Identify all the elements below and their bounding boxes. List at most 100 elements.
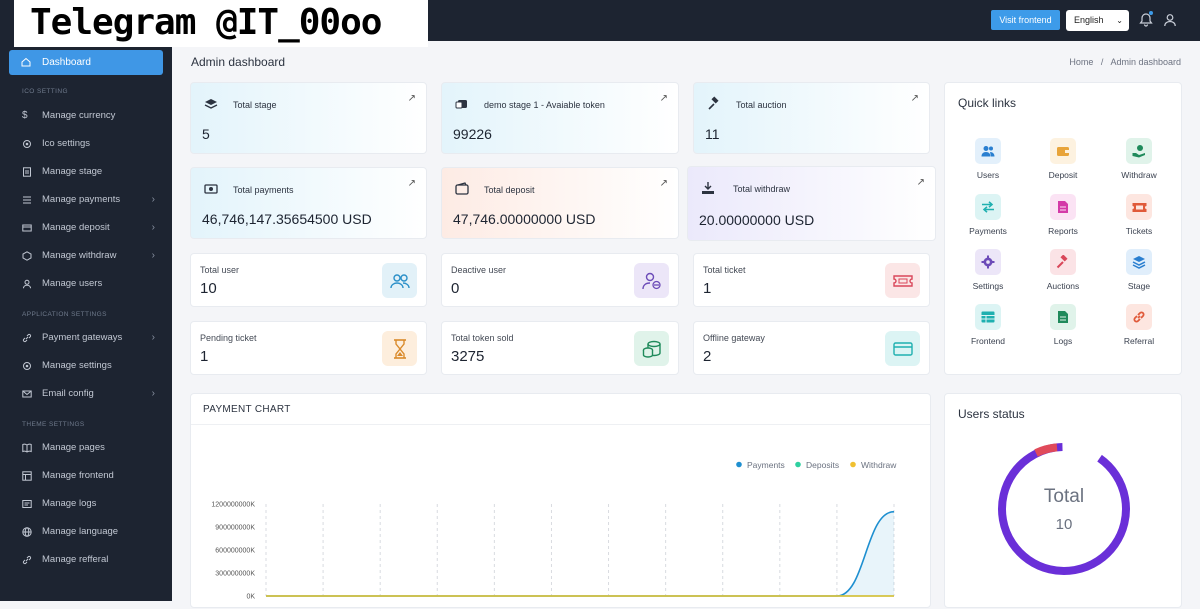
quick-link-stage[interactable]: Stage bbox=[1109, 249, 1169, 291]
series-area-payments bbox=[266, 511, 894, 596]
dollar-icon: $ bbox=[22, 110, 28, 121]
sidebar-item-label: Dashboard bbox=[42, 57, 91, 68]
card-total-stage[interactable]: Total stage ↗ 5 bbox=[190, 82, 427, 154]
gear-icon bbox=[975, 249, 1001, 275]
document-icon bbox=[1050, 194, 1076, 220]
quick-link-logs[interactable]: Logs bbox=[1033, 304, 1093, 346]
sidebar-item-email-config[interactable]: Email config › bbox=[9, 383, 163, 405]
sidebar-item-label: Manage currency bbox=[42, 110, 116, 121]
file-icon bbox=[23, 167, 31, 177]
arrow-up-right-icon[interactable]: ↗ bbox=[660, 178, 668, 189]
sidebar-item-manage-frontend[interactable]: Manage frontend bbox=[9, 465, 163, 487]
card-total-deposit[interactable]: Total deposit ↗ 47,746.00000000 USD bbox=[441, 167, 679, 239]
sidebar-item-manage-logs[interactable]: Manage logs bbox=[9, 493, 163, 515]
bell-icon[interactable] bbox=[1138, 11, 1154, 28]
link-icon bbox=[22, 333, 32, 343]
stat-label: Total payments bbox=[233, 185, 294, 195]
sidebar-item-manage-stage[interactable]: Manage stage bbox=[9, 161, 163, 183]
y-tick-label: 1200000000K bbox=[211, 502, 255, 509]
card-offline-gateway[interactable]: Offline gateway 2 bbox=[693, 321, 930, 375]
sidebar-item-manage-currency[interactable]: $ Manage currency bbox=[9, 105, 163, 127]
quick-link-deposit[interactable]: Deposit bbox=[1033, 138, 1093, 180]
card-total-token-sold[interactable]: Total token sold 3275 bbox=[441, 321, 679, 375]
quick-link-referral[interactable]: Referral bbox=[1109, 304, 1169, 346]
sidebar-item-ico-settings[interactable]: Ico settings bbox=[9, 133, 163, 155]
table-icon bbox=[975, 304, 1001, 330]
withdraw-icon bbox=[702, 182, 714, 194]
stat-value: 1 bbox=[200, 348, 209, 365]
sidebar-item-manage-users[interactable]: Manage users bbox=[9, 273, 163, 295]
quick-link-auctions[interactable]: Auctions bbox=[1033, 249, 1093, 291]
chevron-right-icon: › bbox=[151, 250, 155, 261]
quick-link-withdraw[interactable]: Withdraw bbox=[1109, 138, 1169, 180]
breadcrumb-home[interactable]: Home bbox=[1069, 57, 1093, 67]
arrow-up-right-icon[interactable]: ↗ bbox=[911, 93, 919, 104]
quick-link-payments[interactable]: Payments bbox=[958, 194, 1018, 236]
y-tick-label: 300000000K bbox=[215, 571, 255, 578]
breadcrumb: Home / Admin dashboard bbox=[1069, 57, 1181, 67]
wallet-icon bbox=[1050, 138, 1076, 164]
card-total-withdraw[interactable]: Total withdraw ↗ 20.00000000 USD bbox=[687, 166, 936, 241]
chevron-down-icon: ⌄ bbox=[1116, 16, 1123, 25]
users-icon bbox=[382, 263, 417, 298]
user-icon[interactable] bbox=[1162, 12, 1178, 28]
arrow-up-right-icon[interactable]: ↗ bbox=[408, 93, 416, 104]
stat-value: 5 bbox=[202, 126, 210, 142]
legend-label: Withdraw bbox=[861, 460, 897, 470]
y-tick-label: 900000000K bbox=[215, 525, 255, 532]
sidebar-item-label: Email config bbox=[42, 388, 94, 399]
sidebar-item-manage-pages[interactable]: Manage pages bbox=[9, 437, 163, 459]
quick-link-frontend[interactable]: Frontend bbox=[958, 304, 1018, 346]
stat-label: Deactive user bbox=[451, 265, 507, 275]
sidebar-item-label: Manage refferal bbox=[42, 554, 109, 565]
sidebar-item-manage-payments[interactable]: Manage payments › bbox=[9, 189, 163, 211]
sidebar-item-manage-refferal[interactable]: Manage refferal bbox=[9, 549, 163, 571]
ticket-icon bbox=[1126, 194, 1152, 220]
sidebar-item-manage-language[interactable]: Manage language bbox=[9, 521, 163, 543]
stat-label: Total token sold bbox=[451, 333, 514, 343]
card-total-ticket[interactable]: Total ticket 1 bbox=[693, 253, 930, 307]
coins-icon bbox=[455, 100, 467, 109]
stat-value: 1 bbox=[703, 280, 712, 297]
chevron-right-icon: › bbox=[151, 388, 155, 399]
quick-link-reports[interactable]: Reports bbox=[1033, 194, 1093, 236]
card-total-user[interactable]: Total user 10 bbox=[190, 253, 427, 307]
quick-link-label: Reports bbox=[1048, 226, 1078, 236]
quick-link-settings[interactable]: Settings bbox=[958, 249, 1018, 291]
language-select[interactable]: English ⌄ bbox=[1066, 10, 1129, 31]
quick-link-tickets[interactable]: Tickets bbox=[1109, 194, 1169, 236]
arrow-up-right-icon[interactable]: ↗ bbox=[408, 178, 416, 189]
card-deactive-user[interactable]: Deactive user 0 bbox=[441, 253, 679, 307]
quick-link-users[interactable]: Users bbox=[958, 138, 1018, 180]
arrow-up-right-icon[interactable]: ↗ bbox=[660, 93, 668, 104]
sidebar-item-label: Manage stage bbox=[42, 166, 103, 177]
chevron-right-icon: › bbox=[151, 222, 155, 233]
notification-dot bbox=[1149, 11, 1153, 15]
link-icon bbox=[1126, 304, 1152, 330]
home-icon bbox=[21, 57, 31, 67]
stat-label: Total stage bbox=[233, 100, 277, 110]
sidebar-item-dashboard[interactable]: Dashboard bbox=[9, 50, 163, 75]
card-total-payments[interactable]: Total payments ↗ 46,746,147.35654500 USD bbox=[190, 167, 427, 239]
y-tick-label: 600000000K bbox=[215, 548, 255, 555]
card-demo-stage[interactable]: demo stage 1 - Avaiable token ↗ 99226 bbox=[441, 82, 679, 154]
stat-value: 47,746.00000000 USD bbox=[453, 211, 596, 227]
card-pending-ticket[interactable]: Pending ticket 1 bbox=[190, 321, 427, 375]
page-title: Admin dashboard bbox=[191, 55, 286, 69]
sidebar-item-payment-gateways[interactable]: Payment gateways › bbox=[9, 327, 163, 349]
sidebar-item-manage-withdraw[interactable]: Manage withdraw › bbox=[9, 245, 163, 267]
arrow-up-right-icon[interactable]: ↗ bbox=[917, 177, 925, 188]
series-line-payments bbox=[265, 510, 895, 597]
log-icon bbox=[22, 500, 32, 508]
stat-value: 10 bbox=[200, 280, 217, 297]
coins-icon bbox=[634, 331, 669, 366]
sidebar-item-manage-deposit[interactable]: Manage deposit › bbox=[9, 217, 163, 239]
visit-frontend-button[interactable]: Visit frontend bbox=[991, 10, 1060, 30]
stat-label: Total auction bbox=[736, 100, 787, 110]
card-total-auction[interactable]: Total auction ↗ 11 bbox=[693, 82, 930, 154]
chevron-right-icon: › bbox=[151, 194, 155, 205]
stat-label: Offline gateway bbox=[703, 333, 765, 343]
sidebar-item-manage-settings[interactable]: Manage settings bbox=[9, 355, 163, 377]
legend-label: Payments bbox=[747, 460, 785, 470]
y-tick-label: 0K bbox=[246, 594, 255, 601]
